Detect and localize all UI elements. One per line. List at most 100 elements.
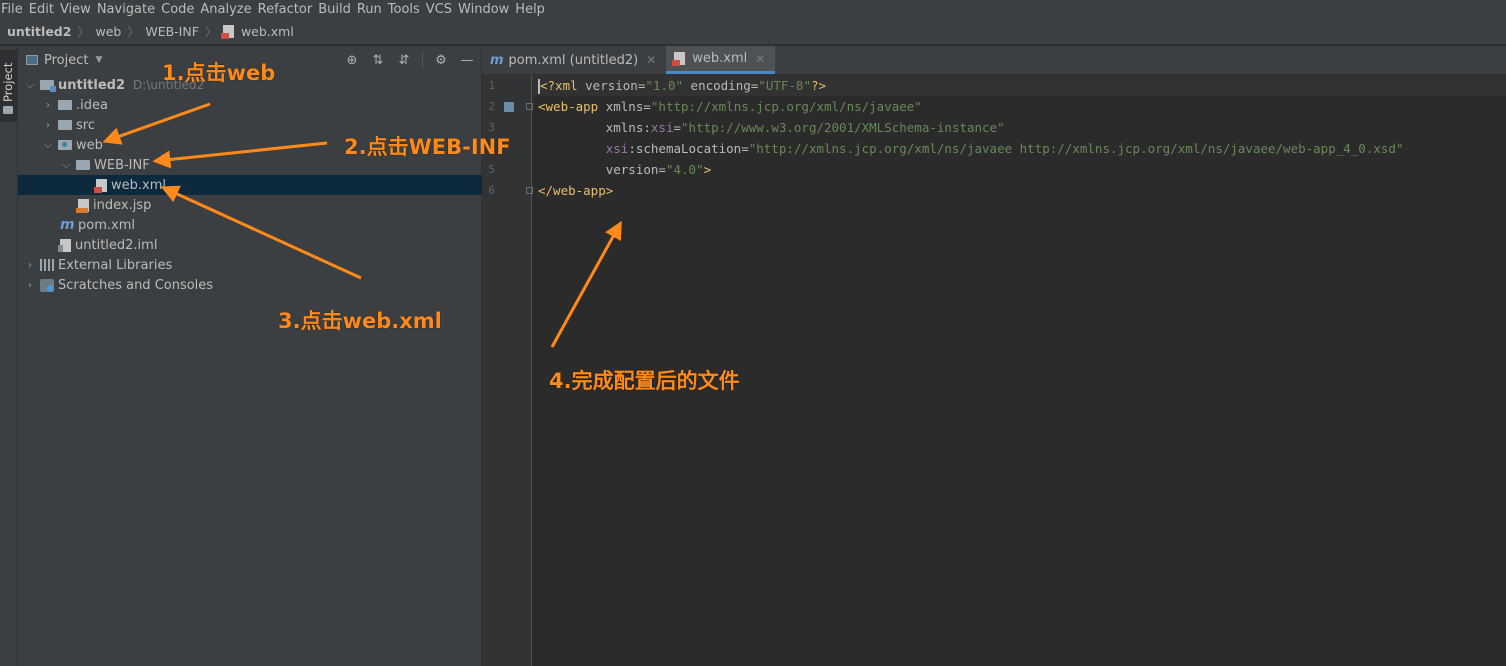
maven-icon: m: [490, 52, 504, 68]
tree-item-label: web.xml: [111, 177, 166, 193]
annotation-step1: 1.点击web: [162, 61, 276, 85]
tree-item-label: web: [76, 137, 103, 153]
tree-item-external-libraries[interactable]: › External Libraries: [18, 255, 487, 275]
tree-item-index-jsp[interactable]: index.jsp: [18, 195, 537, 215]
hide-panel-icon[interactable]: —: [459, 53, 475, 68]
breadcrumb-separator-icon: 〉: [127, 25, 140, 39]
tab-label: pom.xml (untitled2): [508, 52, 639, 68]
breadcrumb-separator-icon: 〉: [204, 25, 217, 39]
chevron-right-icon[interactable]: ›: [42, 120, 54, 131]
breadcrumb-web-inf[interactable]: WEB-INF: [145, 24, 199, 39]
tree-item-scratches[interactable]: › Scratches and Consoles: [18, 275, 487, 295]
menu-refactor[interactable]: Refactor: [258, 0, 319, 19]
menu-help[interactable]: Help: [515, 0, 551, 19]
ide-window: File Edit View Navigate Code Analyze Ref…: [0, 0, 1506, 666]
menu-window[interactable]: Window: [458, 0, 515, 19]
menu-file[interactable]: File: [1, 0, 29, 19]
gear-icon[interactable]: ⚙: [433, 53, 449, 68]
close-icon[interactable]: ✕: [755, 52, 765, 66]
tree-item-idea[interactable]: › .idea: [18, 95, 505, 115]
toolbar-divider: [422, 52, 423, 68]
tree-item-label: External Libraries: [58, 257, 173, 273]
code-line-4: xsi:schemaLocation="http://xmlns.jcp.org…: [605, 141, 1404, 156]
menu-build[interactable]: Build: [318, 0, 357, 19]
line-number: 5: [488, 163, 495, 176]
code-line-3: xmlns:xsi="http://www.w3.org/2001/XMLSch…: [605, 120, 1005, 135]
chevron-down-icon[interactable]: ⌵: [24, 80, 36, 91]
collapse-all-icon[interactable]: ⇵: [396, 53, 412, 68]
jsp-file-icon: [76, 198, 89, 213]
menu-code[interactable]: Code: [161, 0, 200, 19]
expand-all-icon[interactable]: ⇅: [370, 53, 386, 68]
tree-item-label: Scratches and Consoles: [58, 277, 214, 293]
menu-analyze[interactable]: Analyze: [200, 0, 257, 19]
breadcrumb-separator-icon: 〉: [77, 25, 90, 39]
chevron-right-icon[interactable]: ›: [24, 260, 36, 271]
web-folder-icon: [58, 140, 72, 150]
menu-navigate[interactable]: Navigate: [97, 0, 161, 19]
xml-file-icon: [94, 178, 107, 193]
scratches-icon: [40, 278, 54, 292]
menu-vcs[interactable]: VCS: [426, 0, 458, 19]
line-number: 1: [488, 79, 495, 92]
project-tool-window-label: Project: [1, 62, 15, 102]
locate-target-icon[interactable]: ⊕: [344, 53, 360, 68]
tree-item-label: pom.xml: [78, 217, 135, 233]
folder-icon: [58, 120, 72, 130]
tool-window-strip: Project: [0, 46, 18, 666]
annotation-step3: 3.点击web.xml: [278, 309, 442, 333]
tab-pom-xml[interactable]: m pom.xml (untitled2) ✕: [482, 46, 666, 74]
chevron-right-icon[interactable]: ›: [24, 280, 36, 291]
breadcrumb: untitled2 〉 web 〉 WEB-INF 〉 web.xml: [0, 19, 1506, 45]
annotation-step2: 2.点击WEB-INF: [344, 135, 511, 159]
folder-icon: [3, 106, 13, 114]
xml-file-icon: [220, 25, 234, 39]
project-view-icon: [26, 55, 38, 65]
chevron-down-icon[interactable]: ⌵: [42, 140, 54, 151]
code-line-5: version="4.0">: [605, 162, 712, 177]
web-descriptor-icon[interactable]: [504, 102, 514, 112]
breadcrumb-web[interactable]: web: [95, 24, 121, 39]
breadcrumb-web-xml[interactable]: web.xml: [220, 24, 294, 39]
breadcrumb-project[interactable]: untitled2: [7, 24, 71, 39]
code-line-1: <?xml version="1.0" encoding="UTF-8"?>: [538, 78, 827, 94]
libraries-icon: [40, 259, 54, 271]
chevron-down-icon[interactable]: ⌵: [60, 160, 72, 171]
fold-icon[interactable]: [526, 187, 533, 194]
project-panel-actions: ⊕ ⇅ ⇵ ⚙ —: [344, 46, 475, 74]
tab-web-xml[interactable]: web.xml ✕: [666, 46, 776, 74]
annotation-step4: 4.完成配置后的文件: [549, 369, 740, 393]
maven-icon: m: [60, 216, 75, 233]
tree-item-label: src: [76, 117, 95, 133]
project-panel-title[interactable]: Project: [44, 53, 88, 68]
menu-bar: File Edit View Navigate Code Analyze Ref…: [0, 0, 1506, 19]
project-tool-window-button[interactable]: Project: [0, 50, 17, 122]
menu-view[interactable]: View: [60, 0, 97, 19]
code-line-6: </web-app>: [538, 183, 614, 198]
chevron-right-icon[interactable]: ›: [42, 100, 54, 111]
tree-item-label: untitled2.iml: [75, 237, 158, 253]
menu-run[interactable]: Run: [357, 0, 388, 19]
editor: m pom.xml (untitled2) ✕ web.xml ✕ 1 2 3 …: [482, 46, 1506, 666]
tree-item-web-xml[interactable]: web.xml: [18, 175, 555, 195]
line-number: 6: [488, 184, 495, 197]
menu-tools[interactable]: Tools: [388, 0, 426, 19]
tree-item-label: WEB-INF: [94, 157, 150, 173]
close-icon[interactable]: ✕: [646, 53, 656, 67]
tree-item-label: .idea: [76, 97, 108, 113]
tree-item-pom-xml[interactable]: m pom.xml: [18, 215, 519, 235]
code-line-2: <web-app xmlns="http://xmlns.jcp.org/xml…: [538, 99, 922, 114]
iml-file-icon: [58, 238, 71, 252]
menu-edit[interactable]: Edit: [29, 0, 60, 19]
editor-gutter: 1 2 3 4 5 6: [482, 75, 533, 666]
chevron-down-icon[interactable]: ▼: [95, 55, 102, 65]
breadcrumb-web-xml-label: web.xml: [240, 24, 294, 39]
folder-icon: [76, 160, 90, 170]
editor-tab-bar: m pom.xml (untitled2) ✕ web.xml ✕: [482, 46, 1506, 75]
module-folder-icon: [40, 80, 56, 92]
tree-item-label: index.jsp: [93, 197, 152, 213]
folder-icon: [58, 100, 72, 110]
tree-item-untitled2-iml[interactable]: untitled2.iml: [18, 235, 519, 255]
tab-label: web.xml: [692, 51, 748, 66]
fold-icon[interactable]: [526, 103, 533, 110]
